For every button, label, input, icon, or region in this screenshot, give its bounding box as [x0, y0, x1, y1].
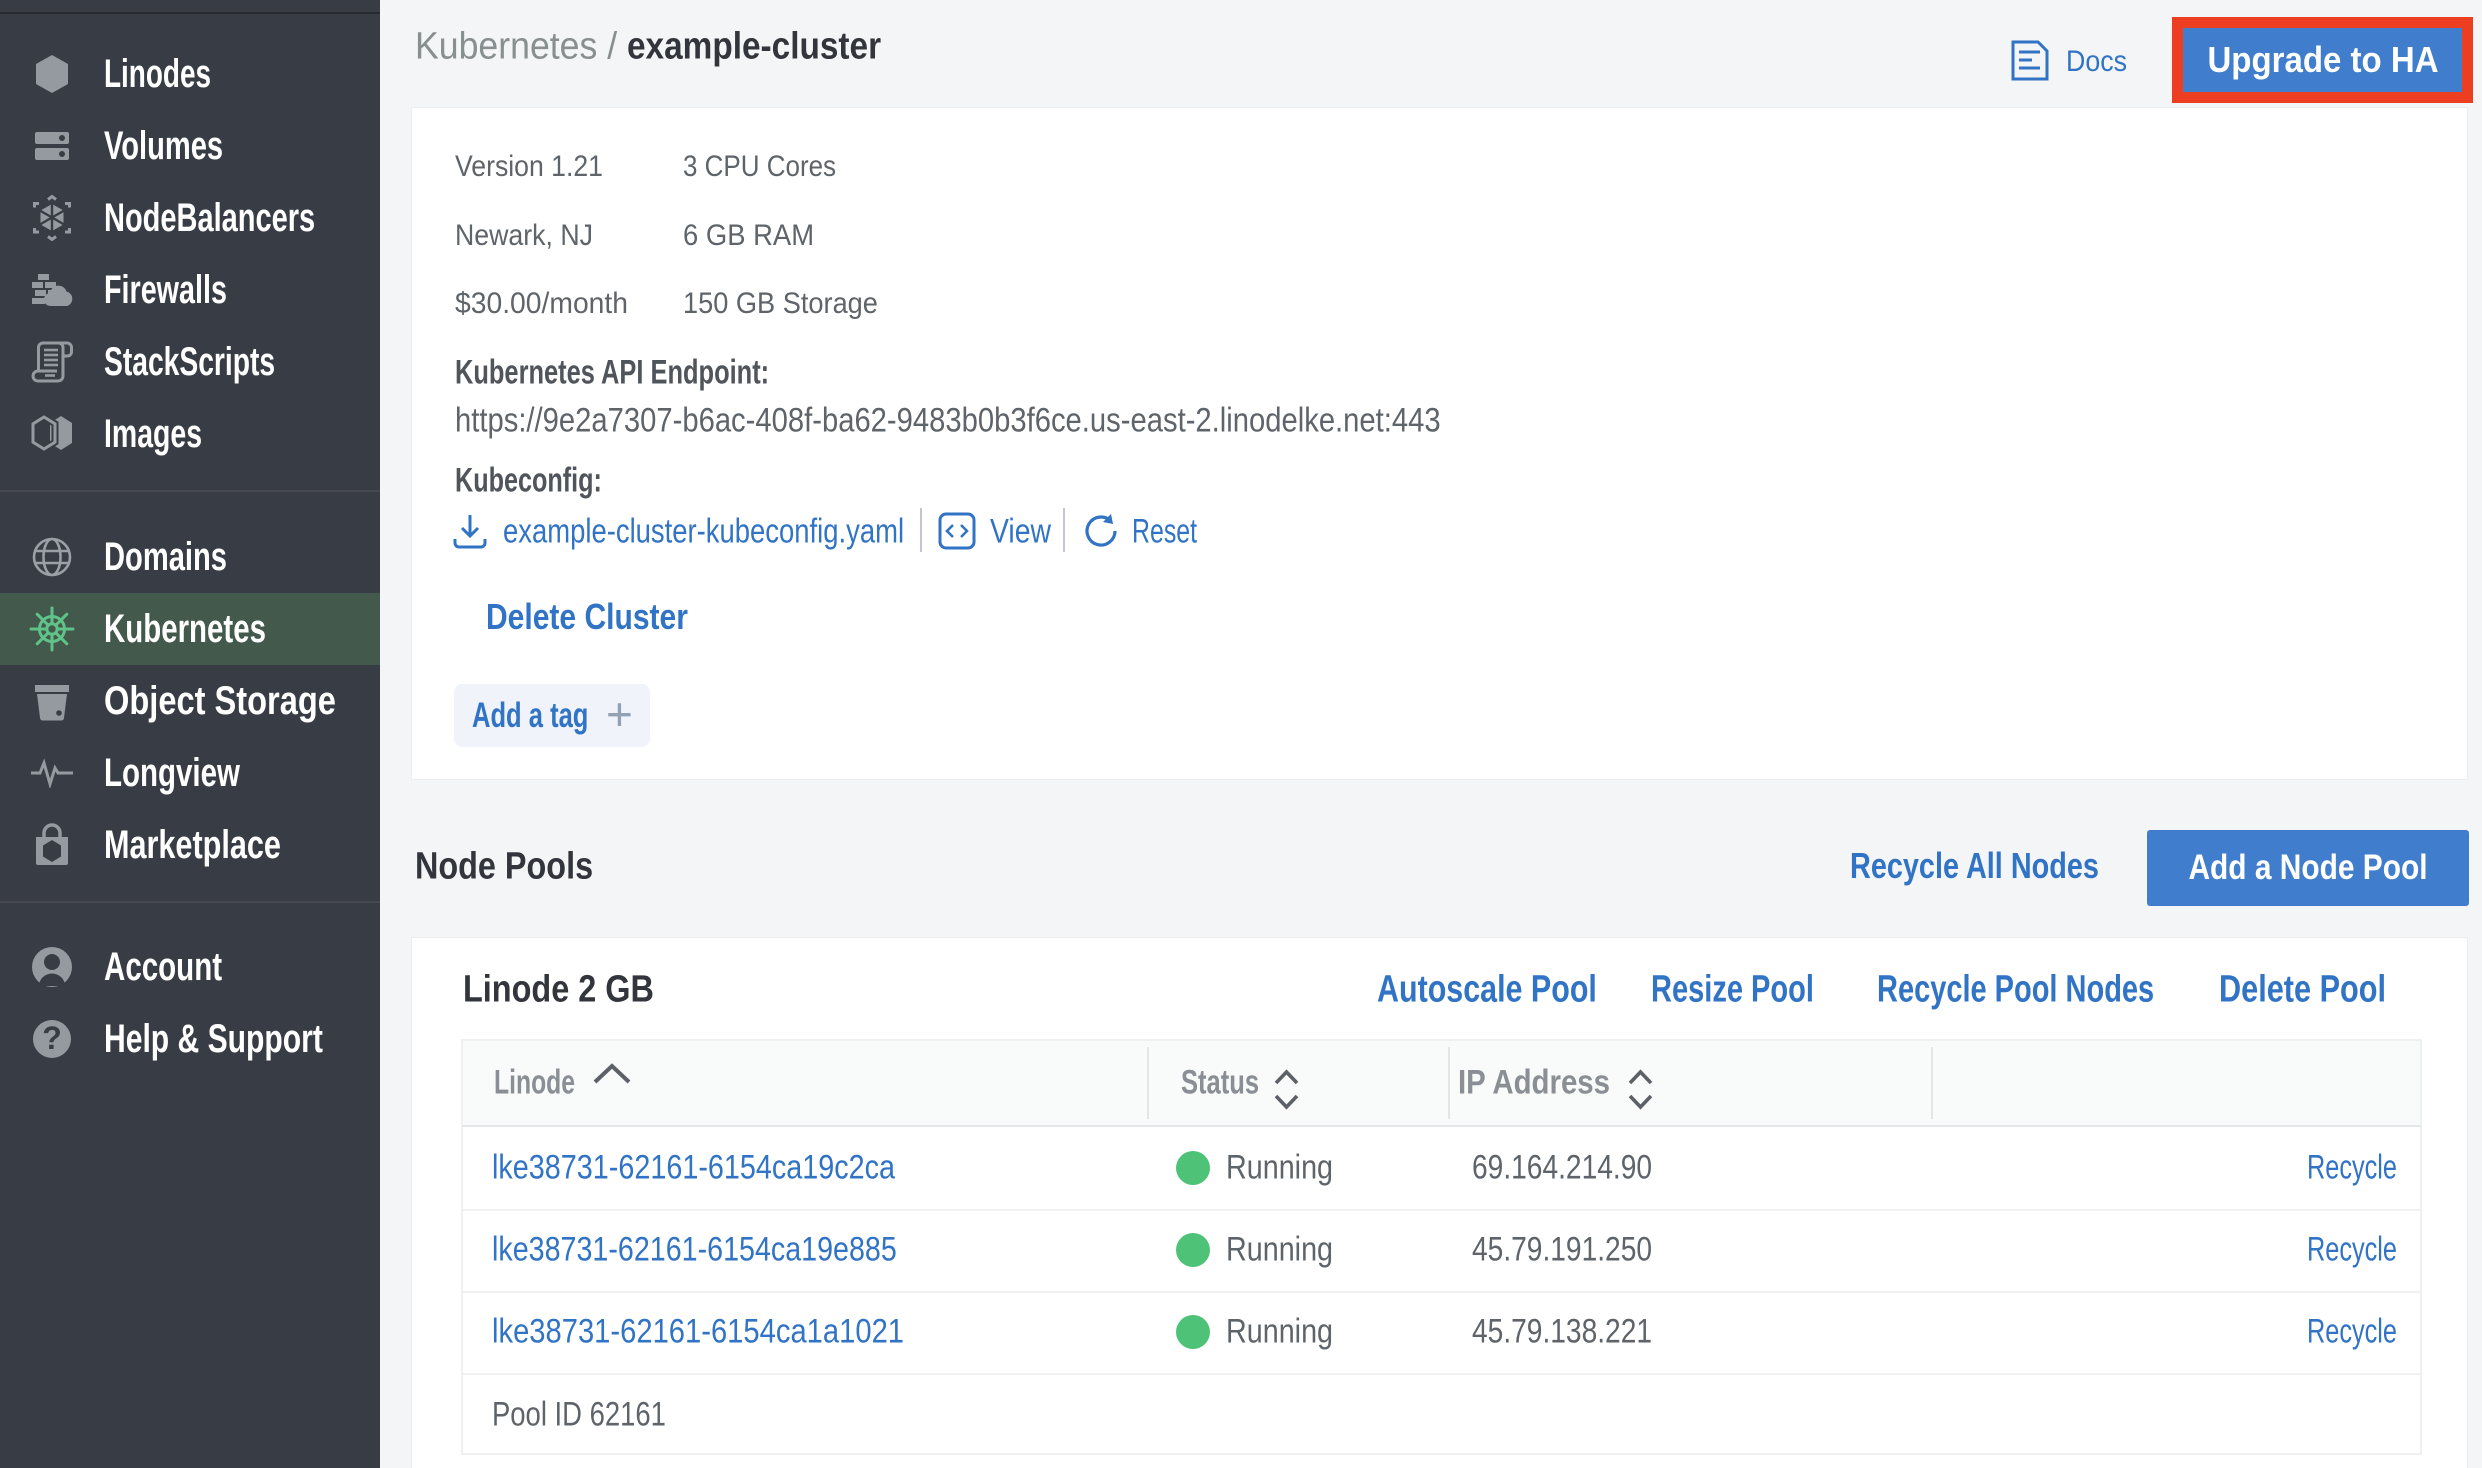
svg-text:?: ?: [42, 1020, 62, 1056]
